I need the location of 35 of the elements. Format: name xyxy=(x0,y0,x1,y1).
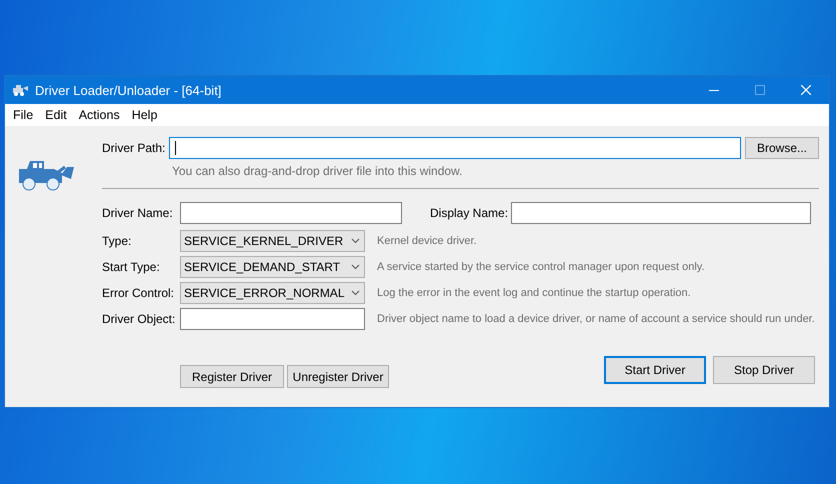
field-label: Driver Name: xyxy=(102,206,174,220)
field-label: Start Type: xyxy=(102,260,161,274)
field-description: Kernel device driver. xyxy=(377,235,477,247)
field-description: Log the error in the event log and continue the startup operation. xyxy=(377,287,691,299)
menu-item[interactable]: Edit xyxy=(39,108,73,122)
display-name-field[interactable] xyxy=(511,202,811,224)
close-icon xyxy=(801,85,811,95)
hint-text: You can also drag-and-drop driver file into this window. xyxy=(172,164,462,178)
dropdown[interactable]: SERVICE_DEMAND_START xyxy=(180,256,365,278)
action-button[interactable]: Register Driver xyxy=(180,365,284,388)
chevron-down-icon xyxy=(351,238,360,244)
app-icon xyxy=(12,84,30,96)
browse-button[interactable]: Browse... xyxy=(745,137,819,159)
field-description: A service started by the service control manager upon request only. xyxy=(377,261,705,273)
field-description: Driver object name to load a device driver, or name of account a service should run under. xyxy=(377,313,815,325)
driver-name-field[interactable] xyxy=(180,202,402,224)
menu-item[interactable]: Help xyxy=(126,108,164,122)
field-label: Error Control: xyxy=(102,286,176,300)
action-button[interactable]: Unregister Driver xyxy=(287,365,389,388)
menu-item[interactable]: Actions xyxy=(72,108,126,122)
driver-object-field[interactable] xyxy=(180,308,365,330)
chevron-down-icon xyxy=(351,290,360,296)
field-label: Driver Object: xyxy=(102,312,176,326)
maximize-icon xyxy=(755,85,765,95)
action-button[interactable]: Start Driver xyxy=(604,356,706,384)
window-title: Driver Loader/Unloader - [64-bit] xyxy=(35,82,222,98)
action-button[interactable]: Stop Driver xyxy=(713,356,815,384)
field-label: Driver Path: xyxy=(102,141,166,155)
field-label: Type: xyxy=(102,234,132,248)
field-label: Display Name: xyxy=(430,206,510,220)
dropdown[interactable]: SERVICE_KERNEL_DRIVER xyxy=(180,230,365,252)
chevron-down-icon xyxy=(351,264,360,270)
dropdown[interactable]: SERVICE_ERROR_NORMAL xyxy=(180,282,365,304)
menu-item[interactable]: File xyxy=(7,108,40,122)
driver-path-field[interactable] xyxy=(169,137,741,159)
